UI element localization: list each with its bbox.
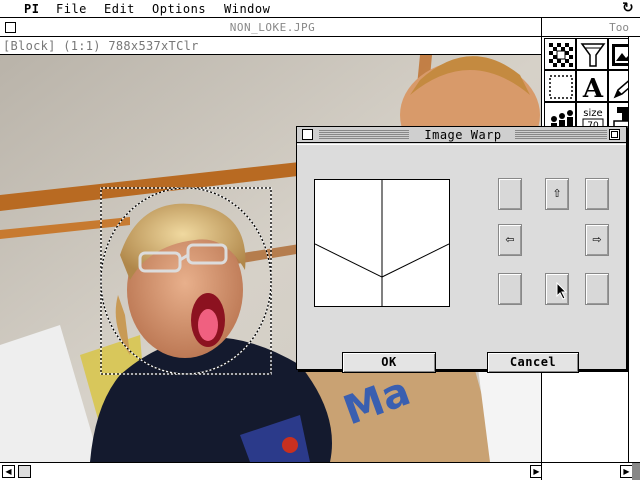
text-tool-glyph: A (582, 74, 604, 102)
titlebar-stripes (319, 130, 409, 139)
arrow-up-icon[interactable]: ⇧ (545, 178, 569, 210)
menu-options[interactable]: Options (152, 2, 206, 16)
menu-edit[interactable]: Edit (104, 2, 135, 16)
arrow-right-icon[interactable]: ⇨ (585, 224, 609, 256)
mouse-pointer-icon (556, 282, 568, 300)
warp-grid-button-bottom-right[interactable] (585, 273, 609, 305)
image-info: [Block] (1:1) 788x537xTClr (3, 39, 199, 53)
close-box[interactable] (302, 129, 313, 140)
horizontal-scrollbar[interactable]: ◀ ▶ (0, 462, 545, 480)
menu-bar: PI File Edit Options Window ↻ (0, 0, 640, 18)
text-tool-icon[interactable]: A (576, 70, 608, 102)
checker-pattern-icon[interactable] (544, 38, 576, 70)
ok-button[interactable]: OK (342, 352, 436, 373)
warp-grid-button-top-left[interactable] (498, 178, 522, 210)
tools-scrollbar[interactable] (628, 37, 640, 462)
sync-icon[interactable]: ↻ (622, 1, 636, 15)
menu-file[interactable]: File (56, 2, 87, 16)
dialog-body: ⇧ ⇦ ⇨ OK Cancel (297, 144, 626, 373)
tools-bottom-bar: ▶ (542, 462, 640, 480)
tools-title: Too (609, 21, 629, 34)
funnel-icon[interactable] (576, 38, 608, 70)
window-title: NON_LOKE.JPG (229, 21, 316, 34)
menu-window[interactable]: Window (224, 2, 270, 16)
titlebar-stripes (515, 130, 607, 139)
scroll-left-icon[interactable]: ◀ (2, 465, 15, 478)
warp-grid-preview (314, 179, 450, 307)
warp-grid-button-top-right[interactable] (585, 178, 609, 210)
cancel-button[interactable]: Cancel (487, 352, 579, 373)
dialog-title: Image Warp (413, 128, 513, 142)
menu-app[interactable]: PI (24, 2, 39, 16)
image-warp-dialog: Image Warp ⇧ ⇦ ⇨ OK Cancel (296, 126, 627, 373)
zoom-box-icon[interactable] (609, 129, 620, 140)
tools-titlebar[interactable]: Too (542, 18, 640, 37)
scroll-thumb[interactable] (18, 465, 31, 478)
image-status-bar: [Block] (1:1) 788x537xTClr (0, 37, 545, 55)
warp-grid-button-bottom-left[interactable] (498, 273, 522, 305)
arrow-left-icon[interactable]: ⇦ (498, 224, 522, 256)
resize-handle[interactable] (632, 463, 640, 480)
dotted-frame-icon[interactable] (544, 70, 576, 102)
size-label: size (583, 108, 602, 119)
dialog-titlebar[interactable]: Image Warp (297, 127, 626, 143)
image-window-titlebar[interactable]: NON_LOKE.JPG (0, 18, 545, 37)
